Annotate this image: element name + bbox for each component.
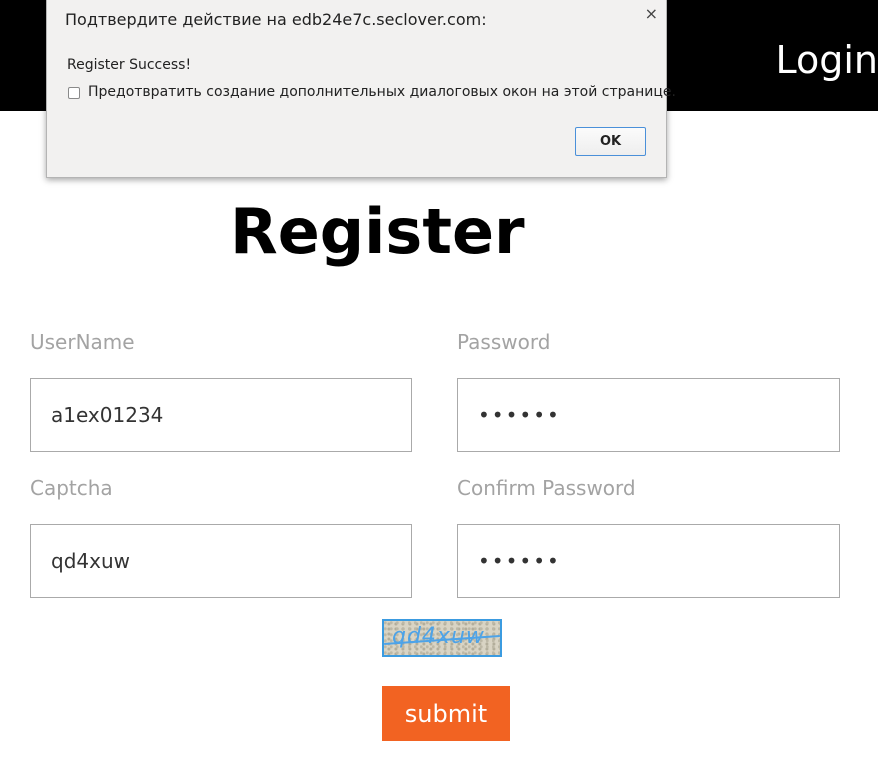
ok-button[interactable]: OK	[575, 127, 646, 156]
captcha-image[interactable]: qd4xuw	[382, 619, 502, 657]
username-input[interactable]	[30, 378, 412, 452]
dialog-title: Подтвердите действие на edb24e7c.seclove…	[65, 10, 487, 29]
suppress-dialogs-checkbox[interactable]	[68, 87, 80, 99]
captcha-label: Captcha	[30, 476, 113, 500]
confirm-password-label: Confirm Password	[457, 476, 636, 500]
close-icon[interactable]: ×	[645, 4, 658, 23]
captcha-input[interactable]	[30, 524, 412, 598]
page-title: Register	[230, 195, 525, 268]
login-link[interactable]: Login	[775, 38, 878, 82]
confirm-password-input[interactable]	[457, 524, 840, 598]
submit-button[interactable]: submit	[382, 686, 510, 741]
password-label: Password	[457, 330, 551, 354]
confirm-dialog: Подтвердите действие на edb24e7c.seclove…	[46, 0, 676, 178]
suppress-dialogs-label[interactable]: Предотвратить создание дополнительных ди…	[88, 84, 676, 100]
dialog-message: Register Success!	[67, 57, 192, 73]
username-label: UserName	[30, 330, 135, 354]
password-input[interactable]	[457, 378, 840, 452]
